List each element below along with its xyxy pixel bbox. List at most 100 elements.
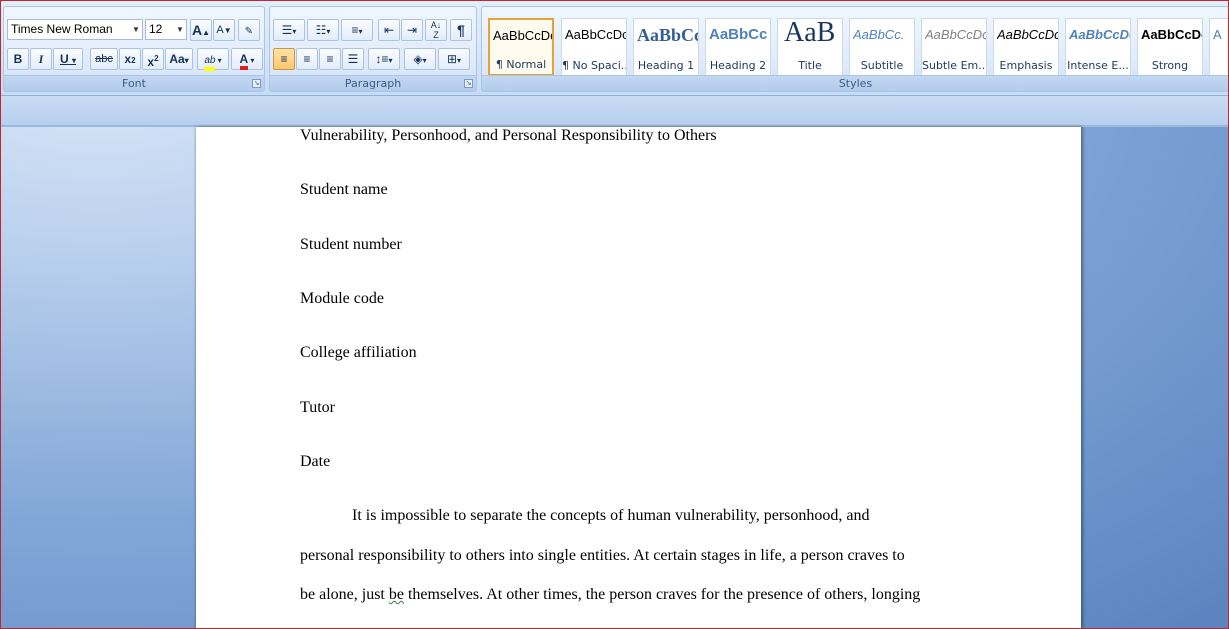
style-sample: AaBbCc. [853, 27, 905, 42]
shading-button[interactable]: ◈▾ [404, 48, 436, 70]
style-name: Subtle Em... [922, 59, 986, 72]
tutor-line[interactable]: Tutor [300, 399, 335, 417]
font-size-combo[interactable]: 12 ▼ [145, 19, 187, 40]
align-right-button[interactable]: ≡ [319, 48, 341, 70]
underline-icon: U [59, 52, 69, 66]
style-tile-subtitle[interactable]: AaBbCc. Subtitle [849, 18, 915, 76]
document-page[interactable]: Vulnerability, Personhood, and Personal … [196, 127, 1081, 629]
body-line-3-start: be alone, just [300, 586, 389, 603]
style-tile-heading-2[interactable]: AaBbCc Heading 2 [705, 18, 771, 76]
style-name: Title [798, 59, 822, 72]
style-name: ¶ Normal [495, 58, 547, 71]
align-center-button[interactable]: ≡ [296, 48, 318, 70]
body-line-2[interactable]: personal responsibility to others into s… [300, 547, 905, 565]
highlight-button[interactable]: ab ▾ [197, 48, 229, 71]
strikethrough-button[interactable]: abc [90, 48, 118, 70]
line-spacing-button[interactable]: ↕≡▾ [368, 48, 400, 70]
bold-button[interactable]: B [7, 48, 29, 70]
increase-indent-button[interactable]: ⇥ [401, 19, 423, 41]
date-line[interactable]: Date [300, 453, 330, 471]
styles-group: AaBbCcDc ¶ Normal AaBbCcDc ¶ No Spaci...… [481, 6, 1229, 92]
style-sample: AaBbCcDc [925, 27, 986, 42]
ribbon: Times New Roman ▼ 12 ▼ A▲ A▼ ✎ B I U ▾ a… [0, 0, 1229, 96]
font-color-button[interactable]: A ▾ [231, 48, 263, 70]
style-name: Emphasis [999, 59, 1053, 72]
style-name: ¶ No Spaci... [562, 59, 626, 72]
bullets-button[interactable]: ☰▾ [273, 19, 305, 41]
italic-button[interactable]: I [30, 48, 52, 70]
style-sample: A [1213, 27, 1222, 42]
style-tile-emphasis[interactable]: AaBbCcDc Emphasis [993, 18, 1059, 76]
align-center-icon: ≡ [303, 52, 311, 66]
grammar-flagged-word[interactable]: be [389, 586, 404, 603]
style-name: Intense E... [1067, 59, 1129, 72]
style-sample: AaBbCcDc [1069, 27, 1130, 42]
bold-icon: B [13, 52, 23, 66]
style-tile-title[interactable]: AaB Title [777, 18, 843, 76]
style-tile-no-spacing[interactable]: AaBbCcDc ¶ No Spaci... [561, 18, 627, 76]
decrease-indent-icon: ⇤ [383, 23, 395, 37]
superscript-button[interactable]: x2 [142, 48, 164, 70]
paragraph-group: ☰▾ ☷▾ ≡▾ ⇤ ⇥ A↓ Z ¶ ≡ ≡ ≡ ☰ ↕≡▾ ◈▾ ⊞▾ Par… [269, 6, 477, 92]
style-sample: AaBbCc [637, 25, 698, 45]
style-tile-intense-emphasis[interactable]: AaBbCcDc Intense E... [1065, 18, 1131, 76]
decrease-indent-button[interactable]: ⇤ [378, 19, 400, 41]
body-line-3[interactable]: be alone, just be themselves. At other t… [300, 586, 920, 604]
justify-button[interactable]: ☰ [342, 48, 364, 70]
font-size-value: 12 [149, 22, 163, 36]
sort-az-icon: A↓ Z [430, 20, 442, 40]
italic-icon: I [38, 52, 44, 66]
style-tile-normal[interactable]: AaBbCcDc ¶ Normal [488, 18, 554, 76]
module-code-line[interactable]: Module code [300, 290, 384, 308]
paragraph-dialog-launcher-icon[interactable]: ↘ [464, 79, 473, 88]
shrink-font-icon: A [216, 24, 224, 36]
font-color-icon: A [239, 53, 249, 70]
style-tile-heading-1[interactable]: AaBbCc Heading 1 [633, 18, 699, 76]
strikethrough-icon: abc [95, 53, 113, 65]
chevron-down-icon: ▼ [176, 25, 184, 34]
style-sample: AaBbCcDc [565, 27, 626, 42]
style-tile-subtle-emphasis[interactable]: AaBbCcDc Subtle Em... [921, 18, 987, 76]
college-affiliation-line[interactable]: College affiliation [300, 344, 417, 362]
body-line-1[interactable]: It is impossible to separate the concept… [352, 507, 870, 525]
align-right-icon: ≡ [326, 52, 334, 66]
grow-font-icon: A [191, 22, 203, 38]
font-dialog-launcher-icon[interactable]: ↘ [252, 79, 261, 88]
numbering-button[interactable]: ☷▾ [307, 19, 339, 41]
body-line-3-end: themselves. At other times, the person c… [403, 586, 921, 603]
pilcrow-icon: ¶ [457, 22, 465, 38]
show-marks-button[interactable]: ¶ [450, 19, 472, 41]
chevron-down-icon: ▼ [132, 25, 140, 34]
font-group: Times New Roman ▼ 12 ▼ A▲ A▼ ✎ B I U ▾ a… [3, 6, 265, 92]
borders-button[interactable]: ⊞▾ [438, 48, 470, 70]
borders-icon: ⊞ [446, 52, 458, 66]
numbering-icon: ☷ [315, 23, 327, 37]
subscript-button[interactable]: x2 [119, 48, 141, 70]
sort-button[interactable]: A↓ Z [425, 19, 447, 41]
multilevel-list-button[interactable]: ≡▾ [341, 19, 373, 41]
style-tile-partial[interactable]: A [1209, 18, 1229, 76]
underline-button[interactable]: U ▾ [53, 48, 83, 70]
style-sample: AaB [784, 18, 836, 48]
clear-formatting-button[interactable]: ✎ [238, 19, 260, 41]
student-number-line[interactable]: Student number [300, 236, 402, 254]
line-spacing-icon: ↕≡ [375, 52, 389, 66]
style-sample: AaBbCcDc [493, 28, 552, 43]
student-name-line[interactable]: Student name [300, 181, 388, 199]
style-tile-strong[interactable]: AaBbCcDc Strong [1137, 18, 1203, 76]
styles-group-label: Styles [482, 75, 1229, 91]
align-left-button[interactable]: ≡ [273, 48, 295, 70]
paragraph-group-label: Paragraph [270, 75, 476, 91]
shrink-font-button[interactable]: A▼ [213, 19, 235, 41]
style-sample: AaBbCcDc [997, 27, 1058, 42]
document-title-line[interactable]: Vulnerability, Personhood, and Personal … [300, 127, 717, 145]
style-name: Subtitle [860, 59, 904, 72]
multilevel-list-icon: ≡ [351, 23, 359, 37]
change-case-button[interactable]: Aa▾ [165, 48, 193, 70]
font-name-value: Times New Roman [11, 22, 113, 36]
ruler-band [0, 96, 1229, 126]
font-name-combo[interactable]: Times New Roman ▼ [7, 19, 143, 40]
align-left-icon: ≡ [280, 52, 288, 66]
style-sample: AaBbCc [709, 26, 768, 43]
grow-font-button[interactable]: A▲ [190, 19, 212, 41]
